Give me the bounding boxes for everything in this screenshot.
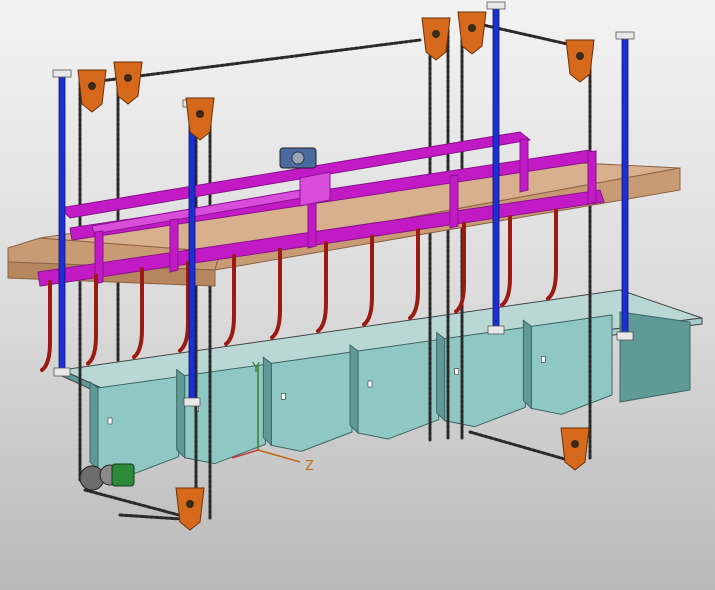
rod-cap-3	[486, 1, 506, 10]
frame-post-4	[449, 174, 459, 229]
rod-foot-4	[616, 331, 634, 341]
bracket-4-hole	[432, 30, 440, 38]
guide-rod-4	[621, 35, 629, 337]
tank-end-right	[619, 311, 691, 403]
cad-viewport[interactable]: Y Z	[0, 0, 715, 590]
bracket-7	[175, 487, 205, 531]
bracket-5-hole	[468, 24, 476, 32]
rod-foot-1	[53, 367, 71, 377]
bracket-8	[560, 427, 590, 471]
hook-5	[224, 254, 236, 346]
chain-segment-13	[83, 488, 192, 520]
guide-rod-1	[58, 73, 66, 373]
hook-9	[408, 228, 420, 320]
tank-fitting-6	[541, 356, 546, 363]
bracket-1	[77, 69, 107, 113]
tank-6	[530, 314, 613, 415]
tank-end-1	[89, 381, 99, 472]
motor-body	[111, 463, 135, 487]
bracket-2-hole	[124, 74, 132, 82]
bracket-8-hole	[571, 440, 579, 448]
tank-fitting-1	[107, 417, 113, 425]
bracket-6-hole	[576, 52, 584, 60]
frame-post-2	[169, 218, 179, 273]
rod-foot-3	[487, 325, 505, 335]
hook-7	[316, 241, 328, 333]
hook-11	[500, 215, 512, 307]
guide-rod-2	[188, 103, 196, 403]
axis-z-line	[257, 449, 301, 463]
hook-1	[40, 280, 52, 372]
tank-end-6	[522, 319, 532, 410]
tank-4	[357, 339, 440, 440]
frame-center-plate	[299, 171, 331, 207]
tank-fitting-5	[454, 368, 459, 375]
tank-fitting-4	[367, 380, 373, 388]
hook-8	[362, 234, 374, 327]
top-drive-hub	[291, 151, 305, 165]
tank-5	[444, 326, 526, 428]
tank-end-5	[436, 331, 446, 422]
tank-end-4	[349, 344, 359, 435]
bracket-7-hole	[186, 500, 194, 508]
rod-foot-2	[183, 397, 201, 407]
bracket-3-hole	[196, 110, 204, 118]
chain-segment-12	[468, 430, 577, 464]
frame-post-6	[587, 150, 597, 205]
hook-10	[454, 221, 466, 314]
hook-2	[86, 273, 98, 366]
assembly-model[interactable]: Y Z	[0, 0, 715, 590]
tank-row	[60, 289, 703, 477]
frame-post-5	[519, 138, 529, 193]
bracket-1-hole	[88, 82, 96, 90]
bracket-4	[421, 17, 451, 61]
axis-z-label: Z	[305, 459, 314, 474]
axis-y-label: Y	[251, 361, 260, 376]
hook-6	[270, 247, 282, 340]
tank-3	[270, 351, 353, 452]
tank-end-3	[262, 356, 272, 447]
tank-fitting-3	[281, 393, 286, 400]
chain-segment-9	[90, 38, 422, 84]
rod-cap-4	[615, 31, 635, 40]
rod-cap-1	[52, 69, 72, 78]
tank-end-2	[176, 368, 186, 459]
tank-1	[97, 376, 180, 477]
guide-rod-3	[492, 5, 500, 331]
hook-12	[546, 208, 558, 301]
